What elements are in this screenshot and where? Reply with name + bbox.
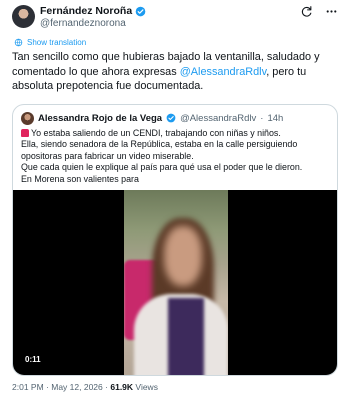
quoted-tweet[interactable]: Alessandra Rojo de la Vega @AlessandraRd… <box>12 104 338 376</box>
quoted-tweet-text: Yo estaba saliendo de un CENDI, trabajan… <box>21 128 333 185</box>
avatar[interactable] <box>12 5 35 28</box>
show-translation-label: Show translation <box>27 38 87 47</box>
verified-badge-icon <box>135 6 146 16</box>
quoted-verified-badge-icon <box>166 113 176 123</box>
globe-icon <box>14 38 23 47</box>
quoted-tweet-header: Alessandra Rojo de la Vega @AlessandraRd… <box>21 110 283 126</box>
author-handle[interactable]: @fernandeznorona <box>40 18 126 29</box>
refresh-icon[interactable] <box>300 5 313 18</box>
video-person-face-blurred <box>164 226 202 286</box>
tweet-meta: 2:01 PM · May 12, 2026 · 61.9K Views <box>12 382 158 392</box>
quoted-author-name[interactable]: Alessandra Rojo de la Vega <box>38 113 162 124</box>
quoted-avatar[interactable] <box>21 111 34 125</box>
tweet-header: Fernández Noroña @fernandeznorona <box>12 4 338 34</box>
video-player[interactable]: 0:11 <box>13 190 337 375</box>
quoted-line: Yo estaba saliendo de un CENDI, trabajan… <box>21 128 333 139</box>
video-duration: 0:11 <box>21 354 45 365</box>
mention-link[interactable]: @AlessandraRdlv <box>180 66 267 78</box>
meta-separator: · <box>46 382 49 392</box>
views-label: Views <box>135 382 158 392</box>
post-date[interactable]: May 12, 2026 <box>51 382 103 392</box>
quoted-line-text: Yo estaba saliendo de un CENDI, trabajan… <box>31 128 281 138</box>
tweet: Fernández Noroña @fernandeznorona Show t… <box>0 0 350 395</box>
meta-separator: · <box>105 382 108 392</box>
author-name-row: Fernández Noroña <box>40 5 146 17</box>
post-time[interactable]: 2:01 PM <box>12 382 44 392</box>
quoted-time[interactable]: 14h <box>267 113 283 124</box>
video-person-blouse <box>168 298 204 375</box>
quoted-line: Que cada quien le explique al país para … <box>21 162 303 173</box>
author-name[interactable]: Fernández Noroña <box>40 5 132 17</box>
header-actions <box>300 5 338 18</box>
quoted-line: En Morena son valientes para <box>21 173 139 184</box>
tweet-text: Tan sencillo como que hubieras bajado la… <box>12 50 344 94</box>
quoted-author-handle: @AlessandraRdlv <box>180 112 257 124</box>
quoted-line: Ella, siendo senadora de la República, e… <box>21 139 298 161</box>
siren-emoji-icon <box>21 129 29 137</box>
views-count: 61.9K <box>110 382 134 392</box>
show-translation-link[interactable]: Show translation <box>14 38 86 47</box>
video-frame <box>124 190 228 375</box>
more-options-icon[interactable] <box>325 5 338 18</box>
quoted-separator: · <box>260 112 264 124</box>
